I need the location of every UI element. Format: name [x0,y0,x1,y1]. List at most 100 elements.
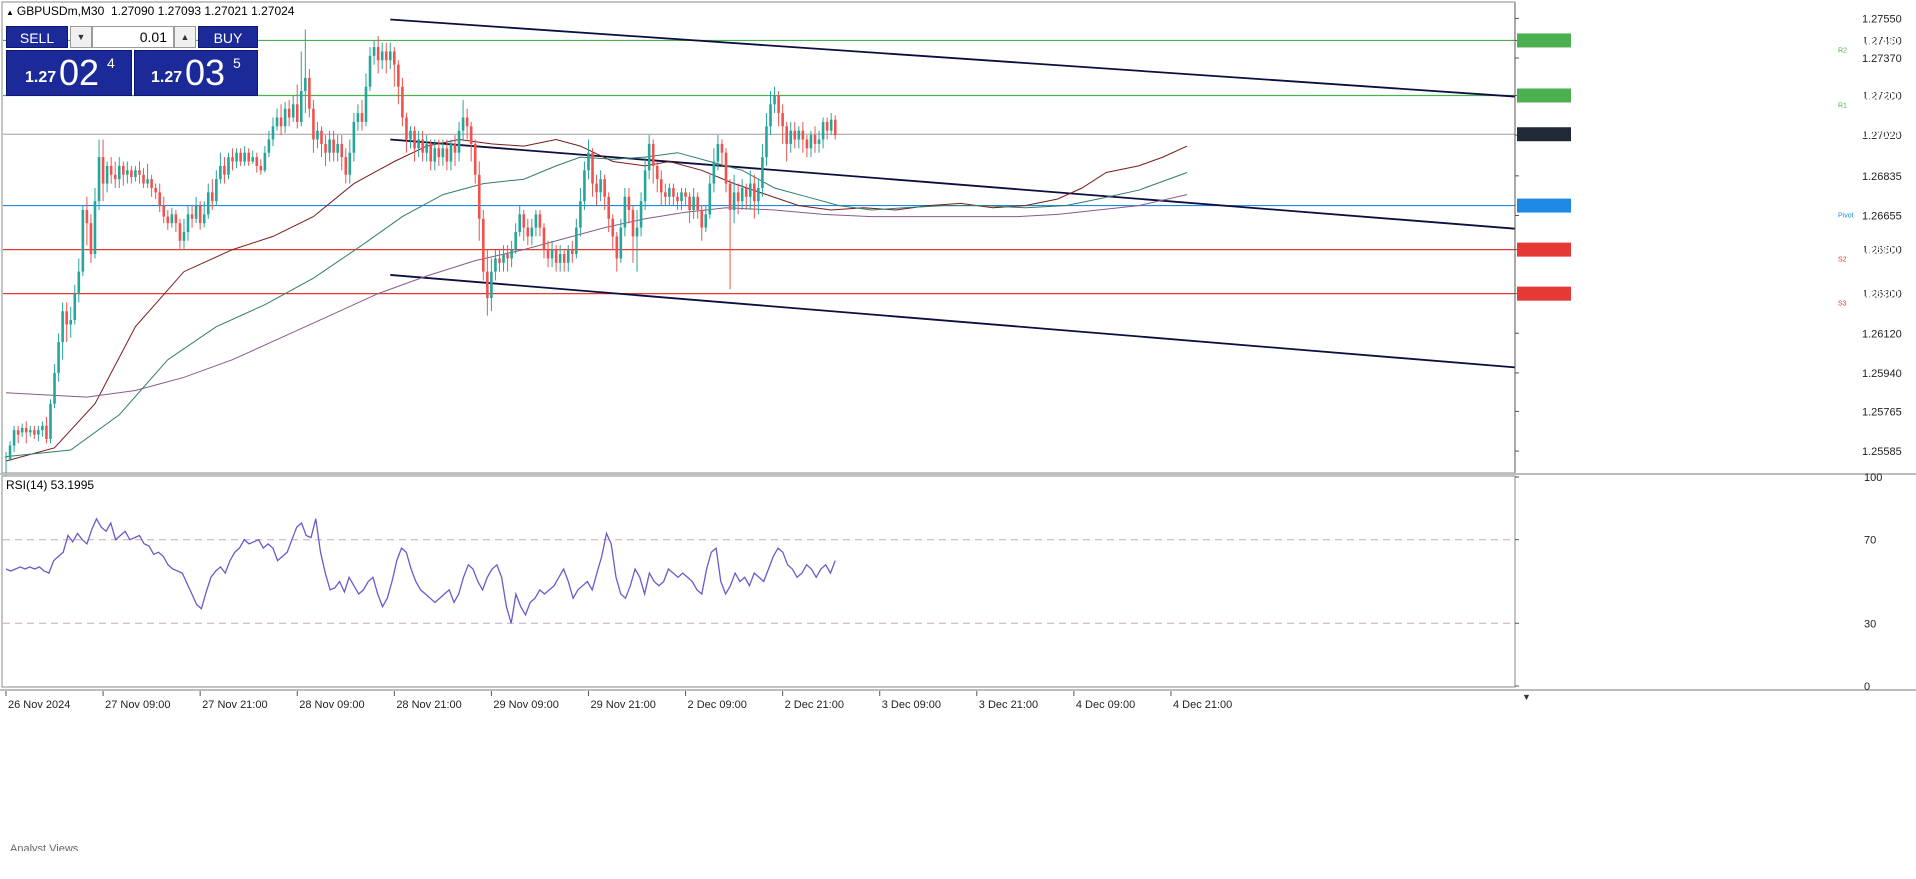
candle-body [562,254,566,263]
candle-body [542,227,546,250]
candle-body [680,192,683,202]
level-tag-s2: S2 [1838,257,1847,264]
candle-body [429,143,433,162]
candle-body [215,179,218,202]
one-click-trading-panel: SELL ▼ ▲ BUY 1.27 02 4 1.27 03 5 [6,26,258,96]
candle-body [789,130,793,144]
level-tag-pivot: Pivot [1838,213,1854,220]
time-axis-label: 2 Dec 21:00 [785,699,844,711]
candle-body [510,249,513,259]
candle-body [162,205,166,217]
candle-body [126,170,129,175]
candle-body [805,139,809,149]
bid-price-button[interactable]: 1.27 02 4 [6,50,132,96]
scroll-chevron-down-icon: ▼ [1522,692,1531,702]
candle-body [206,192,210,215]
candle-body [324,143,327,153]
candle-body [704,214,708,228]
candle-body [441,148,445,158]
sell-button[interactable]: SELL [6,26,68,48]
candle-body [344,157,348,175]
candle-body [534,214,538,228]
candle-body [623,196,627,228]
candle-body [453,143,457,153]
candle-body [664,192,667,197]
level-price-text: 1.26700 [1860,201,1900,213]
candle-body [425,143,428,153]
candle-body [130,170,133,177]
candle-body [336,143,339,153]
candle-body [235,152,238,162]
candle-body [716,143,720,162]
candle-body [728,183,732,210]
rsi-axis-label: 30 [1864,618,1876,630]
candle-body [304,77,307,92]
candle-body [405,117,408,140]
candle-body [182,231,186,241]
candle-body [773,95,776,105]
candle [482,209,485,281]
ask-price-prefix: 1.27 [151,69,183,86]
candle-body [20,427,24,433]
bid-price-prefix: 1.27 [25,69,57,86]
rsi-label: RSI(14) 53.1995 [6,478,95,492]
lot-decrease-icon[interactable]: ▼ [70,26,92,48]
candle-body [85,209,89,224]
candle-body [142,174,145,184]
candle-body [320,130,323,144]
candle-body [797,130,801,140]
bid-price-big: 02 [59,52,100,93]
lot-increase-icon[interactable]: ▲ [174,26,196,48]
candle [49,399,52,444]
candle-body [765,126,768,158]
candle-body [384,51,388,61]
time-axis-label: 27 Nov 09:00 [105,699,170,711]
candle-body [546,249,550,259]
candle-body [24,427,28,433]
candle-body [81,209,85,272]
candle-body [769,104,772,127]
lot-size-input[interactable] [92,26,174,48]
candle-body [684,192,687,197]
candle-body [295,104,299,122]
candle-body [259,165,263,171]
buy-button[interactable]: BUY [198,26,258,48]
candle-body [231,157,234,162]
candle-body [65,311,68,325]
candle-body [639,201,643,228]
ask-price-sup: 5 [233,55,241,71]
ask-price-button[interactable]: 1.27 03 5 [134,50,258,96]
time-axis-label: 3 Dec 09:00 [882,699,941,711]
candle-body [312,108,315,140]
candle [81,205,85,277]
candle-body [251,157,255,162]
candle-body [595,183,598,193]
candle-body [655,165,659,180]
candle-body [821,121,825,140]
price-chart[interactable]: R2 R1 Pivot S2 S3 100 70 30 0 1.27550 1.27450 1.27… [0,0,1916,874]
candle-body [417,139,420,149]
analyst-views-tab[interactable]: Analyst Views [10,843,78,851]
collapse-triangle-icon[interactable]: ▲ [6,8,14,17]
candle-body [275,117,279,127]
candle-body [101,157,105,184]
candle-body [69,320,73,325]
candle-body [263,152,267,171]
candle-body [105,165,109,184]
price-axis-label: 1.27370 [1862,53,1902,65]
candle-body [356,113,360,122]
candle-body [360,113,364,122]
candle-body [57,342,60,373]
candle-body [340,143,344,158]
candle-body [283,108,287,127]
candle-body [328,139,331,153]
candle-body [198,205,202,224]
candle-body [421,139,424,153]
candle-body [16,430,20,435]
candle-body [631,209,635,237]
candle-body [813,135,817,144]
candle-body [291,104,295,118]
candle-body [793,130,797,140]
candle-body [372,47,376,56]
candle-body [777,95,780,114]
